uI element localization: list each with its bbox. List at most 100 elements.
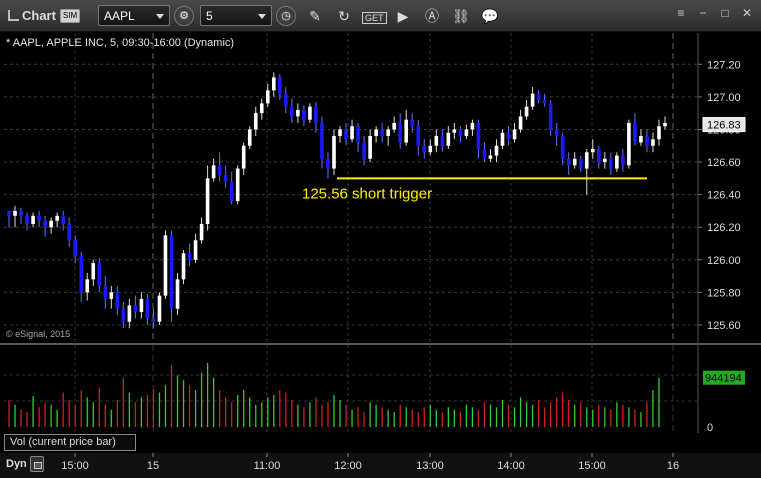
time-axis-bar: 15:00 15 11:00 12:00 13:00 14:00 15:00 16 — [0, 453, 761, 478]
settings-gear-button[interactable]: ⚙ — [174, 6, 194, 26]
candle-up — [651, 139, 655, 146]
sim-badge: SIM — [60, 9, 81, 23]
candle-down — [458, 129, 463, 136]
candle-down — [97, 263, 102, 286]
chart-icon — [8, 10, 19, 21]
candle-up — [428, 145, 433, 153]
candle-down — [284, 93, 288, 107]
maximize-button[interactable]: □ — [716, 4, 734, 22]
candle-up — [139, 298, 144, 312]
symbol-field[interactable]: AAPL — [98, 5, 170, 26]
candle-up — [55, 215, 59, 221]
candle-down — [115, 292, 120, 309]
price-tick-label: 126.40 — [707, 190, 741, 202]
candle-down — [25, 215, 29, 224]
time-tick-label: 12:00 — [334, 460, 362, 472]
candle-down — [133, 305, 138, 312]
candle-up — [235, 168, 240, 202]
candle-up — [512, 129, 517, 140]
trigger-annotation: 125.56 short trigger — [302, 177, 647, 202]
close-button[interactable]: ✕ — [738, 4, 756, 22]
maximize-icon: □ — [721, 6, 729, 20]
candle-down — [609, 158, 613, 169]
candle-down — [217, 165, 222, 176]
candle-down — [43, 220, 47, 228]
minimize-button[interactable]: − — [694, 4, 712, 22]
price-chart: 127.20127.00126.80126.60126.40126.20126.… — [4, 33, 746, 344]
candle-up — [530, 93, 535, 107]
window-menu-button[interactable]: ≡ — [672, 4, 690, 22]
alert-button[interactable]: Ⓐ — [422, 6, 442, 26]
refresh-button[interactable]: ↻ — [334, 6, 354, 26]
interval-value: 5 — [206, 9, 213, 23]
candle-down — [73, 240, 78, 257]
candle-down — [560, 135, 565, 159]
candle-up — [350, 126, 354, 140]
gear-icon: ⚙ — [179, 10, 189, 22]
candle-up — [193, 240, 198, 260]
candle-up — [603, 158, 607, 163]
link-icon: ⛓ — [452, 8, 470, 24]
price-tick-label: 126.20 — [707, 222, 741, 234]
chevron-down-icon — [258, 14, 266, 19]
candle-down — [645, 135, 649, 146]
candle-down — [362, 142, 366, 159]
trigger-label: 125.56 short trigger — [302, 185, 432, 202]
candle-down — [151, 318, 156, 322]
candle-down — [37, 215, 41, 221]
link-button[interactable]: ⛓ — [451, 6, 471, 26]
candle-down — [7, 210, 11, 216]
alert-icon: Ⓐ — [425, 8, 439, 24]
dynamic-scale-label[interactable]: Dyn — [6, 458, 27, 470]
candle-down — [506, 132, 511, 140]
close-icon: ✕ — [741, 6, 753, 20]
volume-chart: 0 944194 — [4, 345, 745, 434]
candle-down — [633, 122, 637, 143]
volume-axis: 0 944194 — [697, 345, 745, 434]
volume-study-title[interactable]: Vol (current price bar) — [4, 434, 136, 451]
clock-button[interactable]: ◷ — [276, 6, 296, 26]
candle-up — [247, 129, 252, 146]
candle-down — [121, 308, 126, 322]
lock-icon[interactable] — [30, 456, 44, 472]
candle-up — [259, 103, 264, 114]
play-button[interactable]: ▶ — [393, 6, 413, 26]
study-title: * AAPL, APPLE INC, 5, 09:30-16:00 (Dynam… — [6, 37, 235, 49]
candle-up — [452, 129, 457, 133]
candle-down — [223, 175, 228, 182]
candle-up — [157, 295, 162, 322]
time-tick-label: 14:00 — [497, 460, 525, 472]
candle-down — [398, 122, 402, 143]
candle-up — [639, 135, 643, 143]
candle-down — [344, 129, 348, 140]
candle-up — [494, 145, 499, 156]
candle-up — [518, 116, 523, 130]
get-button[interactable]: GET — [362, 6, 387, 26]
comment-icon: 💬 — [481, 8, 499, 24]
interval-field[interactable]: 5 — [200, 5, 272, 26]
candle-down — [422, 145, 427, 153]
candle-down — [326, 158, 330, 169]
candle-down — [67, 223, 71, 241]
candle-up — [296, 109, 300, 117]
candle-up — [332, 135, 336, 169]
candle-down — [536, 93, 541, 101]
time-axis: 15:00 15 11:00 12:00 13:00 14:00 15:00 16 — [61, 453, 679, 472]
candle-up — [590, 149, 595, 153]
candle-up — [446, 132, 451, 146]
comment-button[interactable]: 💬 — [480, 6, 500, 26]
price-tick-label: 126.00 — [707, 255, 741, 267]
candle-down — [302, 109, 306, 120]
candle-down — [596, 149, 601, 163]
candle-up — [386, 129, 390, 136]
candle-down — [410, 119, 415, 127]
draw-pencil-button[interactable]: ✎ — [305, 6, 325, 26]
candle-up — [464, 129, 469, 136]
candle-down — [320, 122, 324, 159]
last-price-label: 126.83 — [707, 120, 741, 132]
volume-tick-label: 0 — [707, 422, 713, 433]
price-tick-label: 125.60 — [707, 320, 741, 332]
candle-up — [434, 135, 439, 146]
candle-down — [278, 77, 282, 94]
candle-up — [253, 113, 258, 130]
